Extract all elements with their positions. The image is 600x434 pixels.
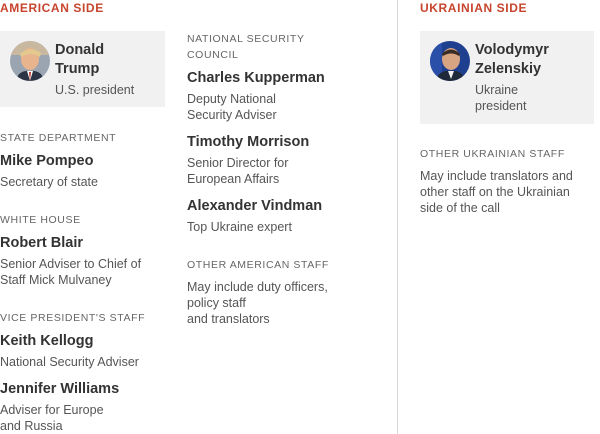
pompeo-name: Mike Pompeo — [0, 153, 94, 169]
vindman-name: Alexander Vindman — [187, 198, 323, 214]
state-department-label: STATE DEPARTMENT — [0, 132, 117, 144]
morrison-role-line2: European Affairs — [187, 172, 280, 186]
blair-role-line2: Staff Mick Mulvaney — [0, 273, 112, 287]
zelenskiy-role-line1: Ukraine — [475, 83, 519, 97]
other-ukrainian-staff-line3: side of the call — [420, 201, 500, 215]
trump-name-line2: Trump — [55, 61, 100, 77]
williams-role-line1: Adviser for Europe — [0, 403, 104, 417]
vp-staff-label: VICE PRESIDENT'S STAFF — [0, 312, 146, 324]
other-american-staff-label: OTHER AMERICAN STAFF — [187, 259, 329, 271]
blair-role-line1: Senior Adviser to Chief of — [0, 257, 142, 271]
kupperman-role-line2: Security Adviser — [187, 108, 277, 122]
white-house-label: WHITE HOUSE — [0, 214, 81, 226]
other-ukrainian-staff-line2: other staff on the Ukrainian — [420, 185, 570, 199]
williams-role-line2: and Russia — [0, 419, 63, 433]
kupperman-name: Charles Kupperman — [187, 70, 325, 86]
other-ukrainian-staff-line1: May include translators and — [420, 169, 573, 183]
other-american-staff-line3: and translators — [187, 312, 270, 326]
other-american-staff-line2: policy staff — [187, 296, 246, 310]
ukrainian-side-title: UKRAINIAN SIDE — [420, 1, 528, 15]
nsc-label-line2: COUNCIL — [187, 49, 239, 61]
blair-name: Robert Blair — [0, 235, 83, 251]
kellogg-role: National Security Adviser — [0, 355, 139, 369]
zelenskiy-name-line1: Volodymyr — [475, 42, 549, 58]
other-american-staff-line1: May include duty officers, — [187, 280, 328, 294]
morrison-name: Timothy Morrison — [187, 134, 310, 150]
trump-role: U.S. president — [55, 83, 135, 97]
morrison-role-line1: Senior Director for — [187, 156, 289, 170]
kellogg-name: Keith Kellogg — [0, 333, 94, 349]
american-side-title: AMERICAN SIDE — [0, 1, 104, 15]
kupperman-role-line1: Deputy National — [187, 92, 276, 106]
williams-name: Jennifer Williams — [0, 381, 120, 397]
zelenskiy-role-line2: president — [475, 99, 527, 113]
trump-photo — [10, 41, 50, 81]
zelenskiy-photo — [430, 41, 470, 81]
nsc-label-line1: NATIONAL SECURITY — [187, 33, 305, 45]
trump-name-line1: Donald — [55, 42, 105, 58]
vindman-role: Top Ukraine expert — [187, 220, 292, 234]
zelenskiy-card: Volodymyr Zelenskiy Ukraine president — [420, 31, 594, 124]
pompeo-role: Secretary of state — [0, 175, 98, 189]
other-ukrainian-staff-label: OTHER UKRAINIAN STAFF — [420, 148, 565, 160]
zelenskiy-name-line2: Zelenskiy — [475, 61, 542, 77]
side-divider — [397, 0, 398, 434]
trump-card: Donald Trump U.S. president — [0, 31, 165, 107]
